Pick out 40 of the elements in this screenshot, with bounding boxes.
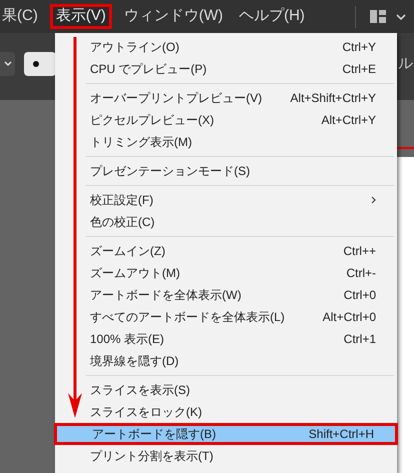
shortcut-label: Ctrl+E xyxy=(342,61,376,78)
shortcut-label: Alt+Ctrl+Y xyxy=(321,112,376,129)
layout-icon xyxy=(370,10,386,23)
menu-item[interactable]: トリミング表示(M) xyxy=(55,131,397,153)
menu-item[interactable]: プレゼンテーションモード(S) xyxy=(55,160,397,182)
menu-item[interactable]: 境界線を隠す(D) xyxy=(55,350,397,372)
menu-item[interactable]: 100% 表示(E) Ctrl+1 xyxy=(55,328,397,350)
menu-item[interactable]: プリント分割を表示(T) xyxy=(55,445,397,467)
shortcut-label: Ctrl+Y xyxy=(342,39,376,56)
dropdown-button[interactable] xyxy=(0,52,15,76)
menu-item[interactable]: すべてのアートボードを全体表示(L) Alt+Ctrl+0 xyxy=(55,306,397,328)
chevron-down-icon xyxy=(396,14,406,20)
menu-item[interactable]: スライスをロック(K) xyxy=(55,401,397,423)
menu-title[interactable]: 表示(V) xyxy=(50,4,112,29)
menu-item[interactable]: 校正設定(F) xyxy=(55,189,397,211)
shortcut-label: Ctrl++ xyxy=(343,243,376,260)
menu-item[interactable]: CPU でプレビュー(P) Ctrl+E xyxy=(55,58,397,80)
shortcut-label: Ctrl+- xyxy=(346,265,376,282)
toolbar-label: ル xyxy=(398,54,413,74)
menu-item[interactable]: ズームアウト(M) Ctrl+- xyxy=(55,262,397,284)
shortcut-label: Alt+Shift+Ctrl+Y xyxy=(290,90,376,107)
menu-item[interactable]: 色の校正(C) xyxy=(55,211,397,233)
menu-title[interactable]: 果(C) xyxy=(0,4,43,29)
menu-item[interactable]: アウトライン(O) Ctrl+Y xyxy=(55,36,397,58)
menu-item[interactable]: ピクセルプレビュー(X) Alt+Ctrl+Y xyxy=(55,109,397,131)
menu-item[interactable]: スライスを表示(S) xyxy=(55,379,397,401)
workspace-switcher[interactable] xyxy=(370,10,406,23)
menu-item[interactable]: アートボードを隠す(B) Shift+Ctrl+H xyxy=(54,423,398,445)
shortcut-label: Ctrl+1 xyxy=(344,331,376,348)
chevron-down-icon xyxy=(4,61,12,67)
menu-item[interactable]: アートボードを全体表示(W) Ctrl+0 xyxy=(55,284,397,306)
menu-item[interactable]: ズームイン(Z) Ctrl++ xyxy=(55,240,397,262)
shortcut-label: Alt+Ctrl+0 xyxy=(322,309,376,326)
menu-item[interactable]: オーバープリントプレビュー(V) Alt+Shift+Ctrl+Y xyxy=(55,87,397,109)
dot-icon xyxy=(33,61,39,67)
shortcut-label: Ctrl+0 xyxy=(344,287,376,304)
menu-title[interactable]: ヘルプ(H) xyxy=(234,4,310,29)
menu-title[interactable]: ウィンドウ(W) xyxy=(118,4,228,29)
shortcut-label: Shift+Ctrl+H xyxy=(308,426,374,443)
input-field[interactable] xyxy=(24,52,56,76)
